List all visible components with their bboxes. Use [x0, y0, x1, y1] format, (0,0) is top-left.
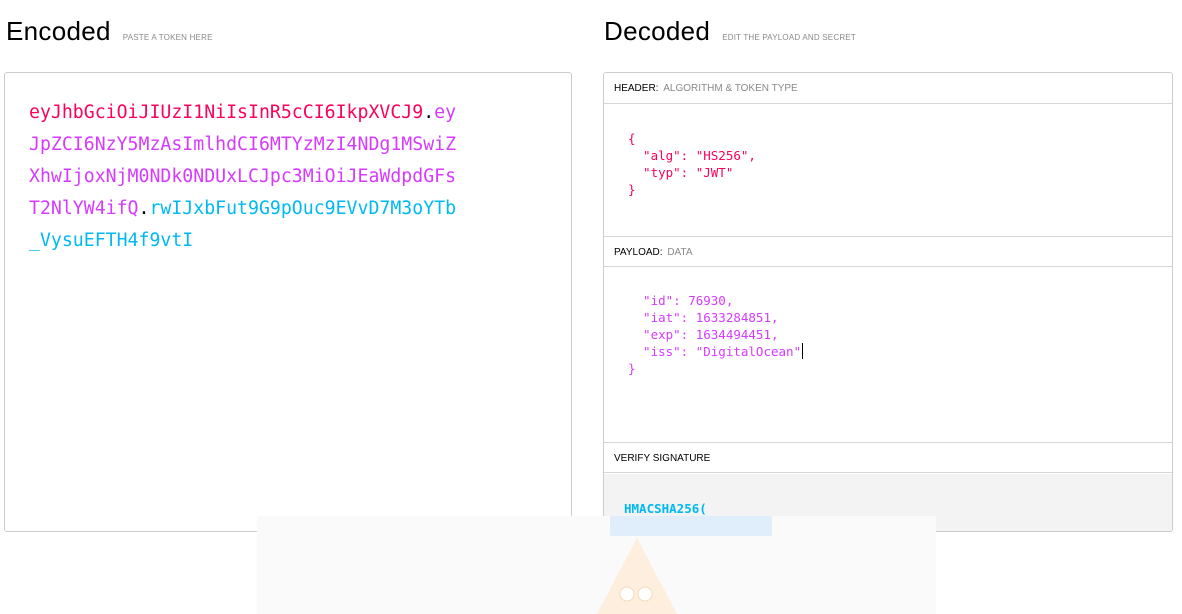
text-cursor: [802, 343, 804, 359]
code-line-text: "iat": 1633284851,: [628, 310, 779, 325]
code-line: "typ": "JWT": [628, 164, 1172, 181]
decoded-panel: HEADER: ALGORITHM & TOKEN TYPE { "alg": …: [603, 72, 1173, 532]
token-line: JpZCI6NzY5MzAsImlhdCI6MTYzMzI4NDg1MSwiZ: [29, 129, 549, 161]
token-segment-payload: XhwIjoxNjM0NDk0NDUxLCJpc3MiOiJEaWdpdGFs: [29, 166, 457, 187]
code-line-text: "iss": "DigitalOcean": [628, 344, 802, 359]
token-segment-payload: T2NlYW4ifQ: [29, 198, 139, 219]
payload-json-editor[interactable]: "id": 76930, "iat": 1633284851, "exp": 1…: [604, 268, 1172, 442]
payload-section-title: PAYLOAD:: [614, 247, 663, 258]
code-line: "iss": "DigitalOcean": [628, 343, 1172, 360]
decoded-heading: Decoded EDIT THE PAYLOAD AND SECRET: [604, 16, 856, 47]
encoded-token-editor[interactable]: eyJhbGciOiJIUzI1NiIsInR5cCI6IkpXVCJ9.ey J…: [4, 72, 572, 532]
header-section-subtitle: ALGORITHM & TOKEN TYPE: [663, 83, 798, 94]
code-line-text: {: [628, 131, 636, 146]
code-line: "iat": 1633284851,: [628, 309, 1172, 326]
token-segment-payload: ey: [434, 102, 457, 123]
code-line-text: "exp": 1634494451,: [628, 327, 779, 342]
decoded-title: Decoded: [604, 16, 711, 46]
encoded-title: Encoded: [6, 16, 111, 46]
token-segment-sig: rwIJxbFut9G9pOuc9EVvD7M3oYTb: [149, 198, 457, 219]
mascot-illustration: [597, 538, 677, 614]
decoded-hint: EDIT THE PAYLOAD AND SECRET: [722, 33, 856, 42]
token-line: eyJhbGciOiJIUzI1NiIsInR5cCI6IkpXVCJ9.ey: [29, 97, 549, 129]
encoded-hint: PASTE A TOKEN HERE: [122, 33, 213, 42]
token-line: T2NlYW4ifQ.rwIJxbFut9G9pOuc9EVvD7M3oYTb: [29, 193, 549, 225]
payload-json-code[interactable]: "id": 76930, "iat": 1633284851, "exp": 1…: [628, 292, 1172, 377]
token-segment-payload: JpZCI6NzY5MzAsImlhdCI6MTYzMzI4NDg1MSwiZ: [29, 134, 457, 155]
token-segment-dot: .: [138, 198, 150, 219]
code-line: {: [628, 130, 1172, 147]
payload-section-subtitle: DATA: [667, 247, 693, 258]
signature-section-title: VERIFY SIGNATURE: [614, 453, 711, 464]
token-segment-header: eyJhbGciOiJIUzI1NiIsInR5cCI6IkpXVCJ9: [29, 102, 424, 123]
code-line: "id": 76930,: [628, 292, 1172, 309]
header-section-heading: HEADER: ALGORITHM & TOKEN TYPE: [604, 73, 1172, 104]
header-section-title: HEADER:: [614, 83, 659, 94]
code-line-text: "id": 76930,: [628, 293, 734, 308]
code-line-text: "alg": "HS256",: [628, 148, 756, 163]
header-json-code[interactable]: { "alg": "HS256", "typ": "JWT"}: [628, 130, 1172, 198]
encoded-heading: Encoded PASTE A TOKEN HERE: [6, 16, 213, 47]
token-segment-sig: _VysuEFTH4f9vtI: [29, 230, 194, 251]
encoded-token-text[interactable]: eyJhbGciOiJIUzI1NiIsInR5cCI6IkpXVCJ9.ey J…: [29, 97, 549, 257]
code-line: "alg": "HS256",: [628, 147, 1172, 164]
signature-section-heading: VERIFY SIGNATURE: [604, 442, 1172, 473]
code-line: "exp": 1634494451,: [628, 326, 1172, 343]
code-line: }: [628, 360, 1172, 377]
token-line: XhwIjoxNjM0NDk0NDUxLCJpc3MiOiJEaWdpdGFs: [29, 161, 549, 193]
bottom-overlay-banner: [257, 516, 936, 614]
signature-function-line: HMACSHA256(: [624, 501, 707, 516]
code-line-text: }: [628, 361, 636, 376]
token-line: _VysuEFTH4f9vtI: [29, 225, 549, 257]
code-line-text: "typ": "JWT": [628, 165, 734, 180]
header-json-editor[interactable]: { "alg": "HS256", "typ": "JWT"}: [604, 104, 1172, 236]
payload-section-heading: PAYLOAD: DATA: [604, 236, 1172, 267]
code-line-text: }: [628, 182, 636, 197]
code-line: }: [628, 181, 1172, 198]
token-segment-dot: .: [423, 102, 435, 123]
